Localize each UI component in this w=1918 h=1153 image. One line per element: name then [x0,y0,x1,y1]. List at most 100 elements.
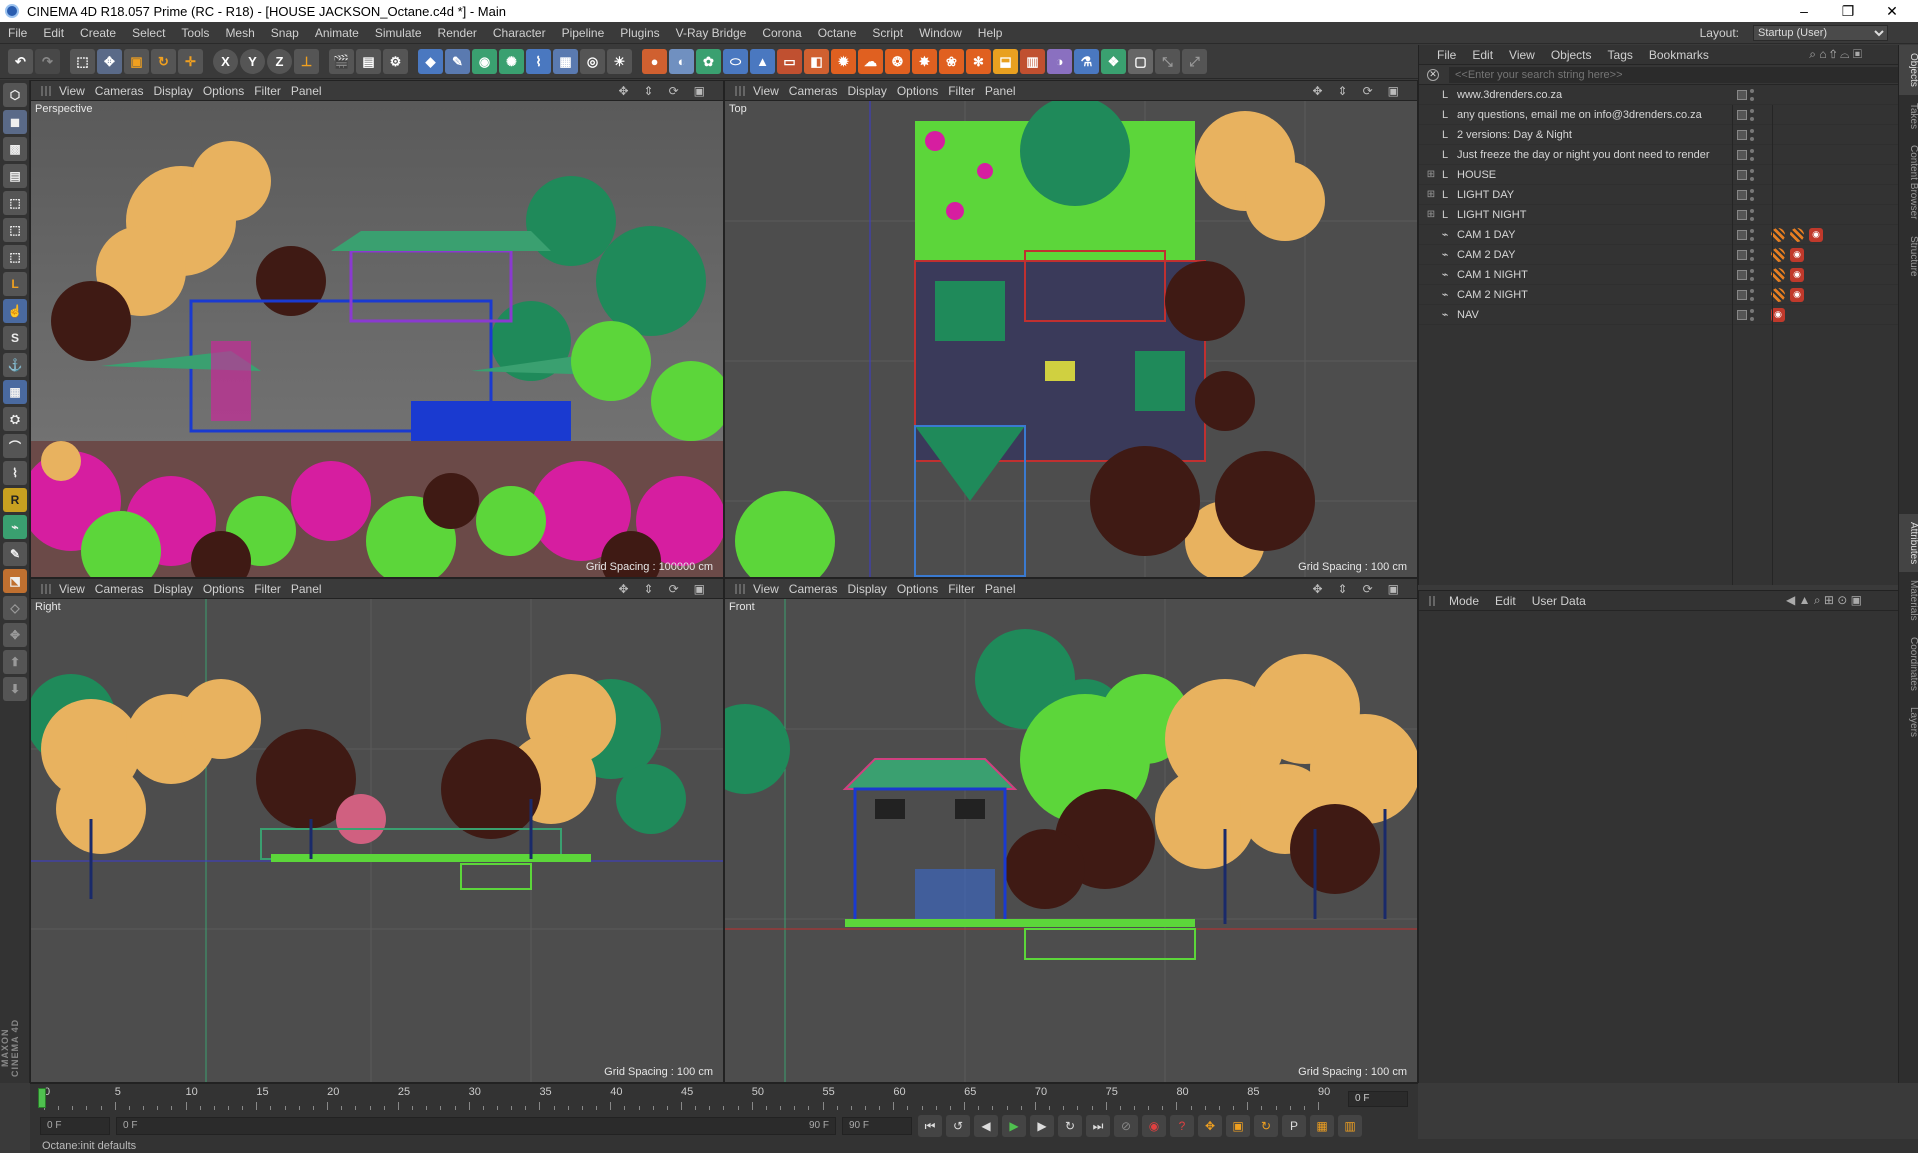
octane-render-icon[interactable]: ● [642,49,667,74]
camera-icon[interactable]: ◎ [580,49,605,74]
object-row[interactable]: ⌁ CAM 1 DAY ◉ [1419,225,1898,245]
spline-tool-icon[interactable]: ⌁ [3,515,27,539]
octane-camera-icon[interactable]: ▭ [777,49,802,74]
expand-icon[interactable]: ⊞ [1425,169,1437,180]
point-level-key-icon[interactable]: ▦ [1310,1115,1334,1137]
maximize-icon[interactable]: ▣ [1388,582,1409,596]
recent-tools-icon[interactable]: ✛ [178,49,203,74]
vp-menu-panel[interactable]: Panel [985,84,1026,98]
attr-menu-mode[interactable]: Mode [1441,594,1487,608]
misc-tool-b-icon[interactable]: ✥ [3,623,27,647]
position-key-icon[interactable]: ✥ [1198,1115,1222,1137]
frame-ruler[interactable]: 0 5 10 15 20 25 30 35 40 45 50 55 60 65 70 75 80 85 90 [38,1084,1338,1114]
viewport-top[interactable]: View Cameras Display Options Filter Pane… [724,80,1418,578]
layer-check-icon[interactable] [1737,89,1747,100]
layer-check-icon[interactable] [1737,109,1747,120]
menu-animate[interactable]: Animate [307,26,367,40]
vp-menu-view[interactable]: View [753,84,789,98]
go-to-start-icon[interactable]: ⏮ [918,1115,942,1137]
object-label[interactable]: HOUSE [1457,169,1742,181]
undo-icon[interactable]: ↶ [8,49,33,74]
protection-tag-icon[interactable] [1771,247,1785,262]
octane-env-icon[interactable]: ◧ [804,49,829,74]
vp-menu-panel[interactable]: Panel [291,84,332,98]
octane-liveviewer-icon[interactable]: ◑ [1047,49,1072,74]
object-row[interactable]: L 2 versions: Day & Night [1419,125,1898,145]
parameter-key-icon[interactable]: P [1282,1115,1306,1137]
maximize-icon[interactable]: ▣ [694,582,715,596]
object-row[interactable]: ⌁ CAM 2 NIGHT ◉ [1419,285,1898,305]
r-plugin-icon[interactable]: R [3,488,27,512]
render-settings-icon[interactable]: ⚙ [383,49,408,74]
om-menu-view[interactable]: View [1501,48,1543,62]
layer-check-icon[interactable] [1737,149,1747,160]
octane-light-icon[interactable]: ▲ [750,49,775,74]
octane-camera-tag-icon[interactable]: ◉ [1790,267,1804,282]
z-axis-lock-button[interactable]: Z [267,49,292,74]
maximize-icon[interactable]: ▣ [1388,84,1409,98]
vp-menu-filter[interactable]: Filter [254,84,291,98]
om-menu-file[interactable]: File [1429,48,1464,62]
object-label[interactable]: any questions, email me on info@3drender… [1457,109,1742,121]
vp-menu-display[interactable]: Display [153,84,202,98]
octane-sun-icon[interactable]: ✹ [831,49,856,74]
misc-tool-a-icon[interactable]: ◇ [3,596,27,620]
vp-menu-cameras[interactable]: Cameras [789,582,848,596]
octane-fx-icon[interactable]: ✸ [912,49,937,74]
object-label[interactable]: CAM 1 DAY [1457,229,1742,241]
octane-camera-tag-icon[interactable]: ◉ [1790,247,1804,262]
vp-menu-options[interactable]: Options [897,84,948,98]
vp-menu-panel[interactable]: Panel [291,582,332,596]
plugin-tool-a-icon[interactable]: ⤡ [1155,49,1180,74]
object-row[interactable]: Lwww.3drenders.co.za [1419,85,1898,105]
redo-icon[interactable]: ↷ [35,49,60,74]
vp-menu-panel[interactable]: Panel [985,582,1026,596]
orbit-icon[interactable]: ⟳ [669,582,689,596]
polygons-mode-icon[interactable]: ⬚ [3,245,27,269]
protection-tag-icon[interactable] [1771,267,1785,282]
minimize-button[interactable]: – [1782,0,1826,22]
layer-check-icon[interactable] [1737,229,1747,240]
next-key-icon[interactable]: ↻ [1058,1115,1082,1137]
go-to-end-icon[interactable]: ⏭ [1086,1115,1110,1137]
vp-menu-display[interactable]: Display [847,582,896,596]
current-frame-field[interactable]: 0 F [1348,1091,1408,1107]
subdivision-icon[interactable]: ◉ [472,49,497,74]
dolly-icon[interactable]: ⇕ [644,84,664,98]
sculpt-icon[interactable]: ⛭ [3,407,27,431]
menu-render[interactable]: Render [430,26,485,40]
locked-workplane-icon[interactable]: ⚓ [3,353,27,377]
object-search-input[interactable] [1448,66,1898,83]
maximize-icon[interactable]: ▣ [694,84,715,98]
menu-corona[interactable]: Corona [754,26,809,40]
move-icon[interactable]: ✥ [97,49,122,74]
visibility-dots-icon[interactable] [1750,288,1754,301]
menu-file[interactable]: File [0,26,35,40]
vp-menu-filter[interactable]: Filter [948,84,985,98]
menu-octane[interactable]: Octane [810,26,865,40]
octane-material-icon[interactable]: ◐ [669,49,694,74]
object-row[interactable]: ⊞ L LIGHT DAY [1419,185,1898,205]
visibility-dots-icon[interactable] [1750,208,1754,221]
protection-tag-icon[interactable] [1771,287,1785,302]
layer-check-icon[interactable] [1737,269,1747,280]
menu-simulate[interactable]: Simulate [367,26,430,40]
orbit-icon[interactable]: ⟳ [669,84,689,98]
object-row[interactable]: ⌁ CAM 1 NIGHT ◉ [1419,265,1898,285]
workplane-mode-icon[interactable]: ▤ [3,164,27,188]
object-label[interactable]: LIGHT DAY [1457,189,1742,201]
visibility-dots-icon[interactable] [1750,108,1754,121]
object-label[interactable]: CAM 1 NIGHT [1457,269,1742,281]
object-row[interactable]: ⊞ L LIGHT NIGHT [1419,205,1898,225]
object-label[interactable]: 2 versions: Day & Night [1457,129,1742,141]
coordinate-system-icon[interactable]: ⊥ [294,49,319,74]
pan-icon[interactable]: ✥ [1312,84,1332,98]
vp-menu-filter[interactable]: Filter [254,582,291,596]
end-frame-field[interactable]: 90 F [842,1117,912,1135]
dolly-icon[interactable]: ⇕ [1338,84,1358,98]
cube-icon[interactable]: ◆ [418,49,443,74]
menu-edit[interactable]: Edit [35,26,72,40]
timeline-window-icon[interactable]: ▥ [1338,1115,1362,1137]
layout-dropdown[interactable]: Startup (User) [1753,25,1888,41]
pan-icon[interactable]: ✥ [618,582,638,596]
